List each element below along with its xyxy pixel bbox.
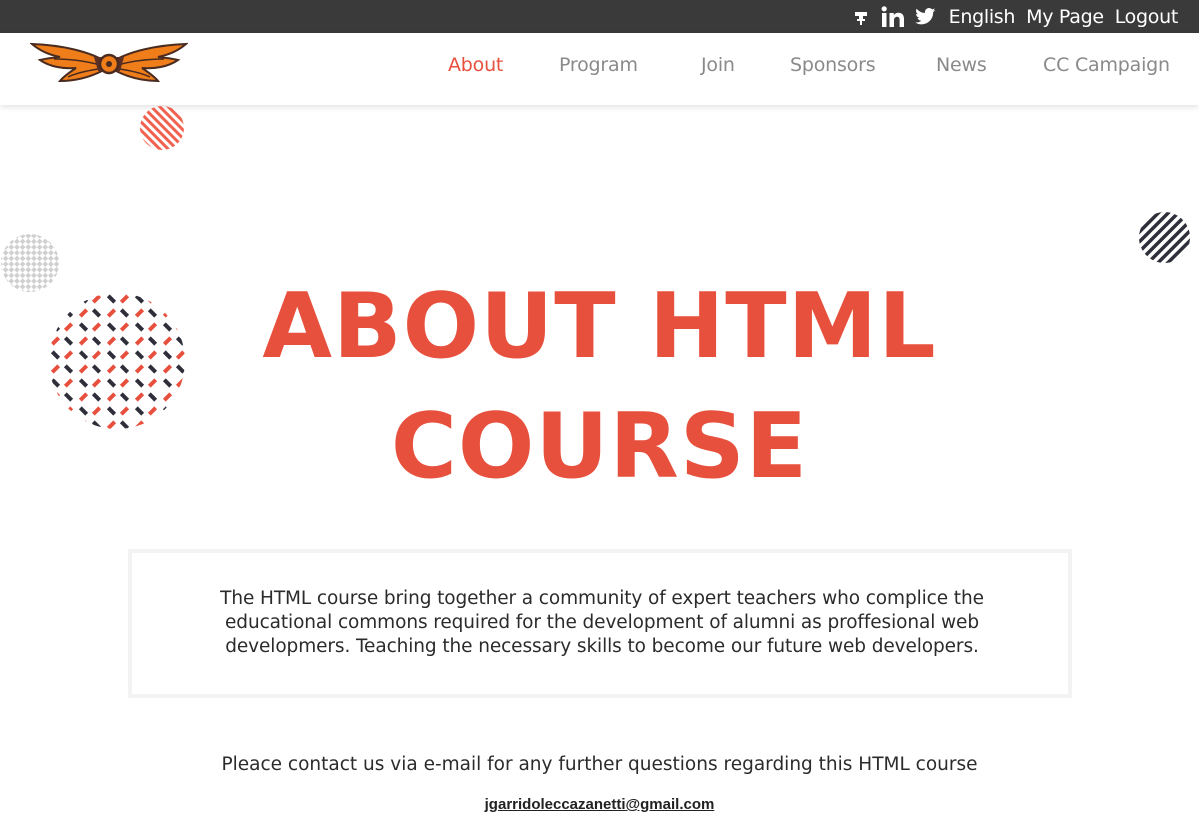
my-page-link[interactable]: My Page (1026, 6, 1104, 28)
main-navbar: About Program Join Sponsors News CC Camp… (0, 33, 1199, 105)
contact-email-link[interactable]: jgarridoleccazanetti@gmail.com (0, 796, 1199, 813)
page-title-line-2: COURSE (390, 394, 809, 499)
nav-about[interactable]: About (448, 54, 503, 76)
github-icon[interactable] (850, 6, 872, 28)
decorative-striped-circle-dark (1139, 212, 1190, 263)
nav-join[interactable]: Join (701, 54, 735, 76)
nav-sponsors[interactable]: Sponsors (790, 54, 876, 76)
intro-text: The HTML course bring together a communi… (220, 588, 984, 657)
linkedin-icon[interactable] (880, 4, 906, 30)
logout-link[interactable]: Logout (1115, 6, 1179, 28)
intro-box: The HTML course bring together a communi… (128, 549, 1072, 698)
nav-cc-campaign[interactable]: CC Campaign (1043, 54, 1170, 76)
contact-text: Pleace contact us via e-mail for any fur… (221, 754, 978, 775)
top-utility-bar: English My Page Logout (0, 0, 1199, 33)
twitter-icon[interactable] (914, 6, 938, 28)
winged-logo[interactable] (29, 41, 189, 91)
nav-program[interactable]: Program (559, 54, 638, 76)
page-title-line-1: ABOUT HTML (262, 274, 937, 379)
topbar-links: English My Page Logout (850, 0, 1178, 33)
language-selector[interactable]: English (949, 6, 1016, 28)
decorative-striped-circle-red (140, 106, 184, 150)
nav-news[interactable]: News (936, 54, 987, 76)
